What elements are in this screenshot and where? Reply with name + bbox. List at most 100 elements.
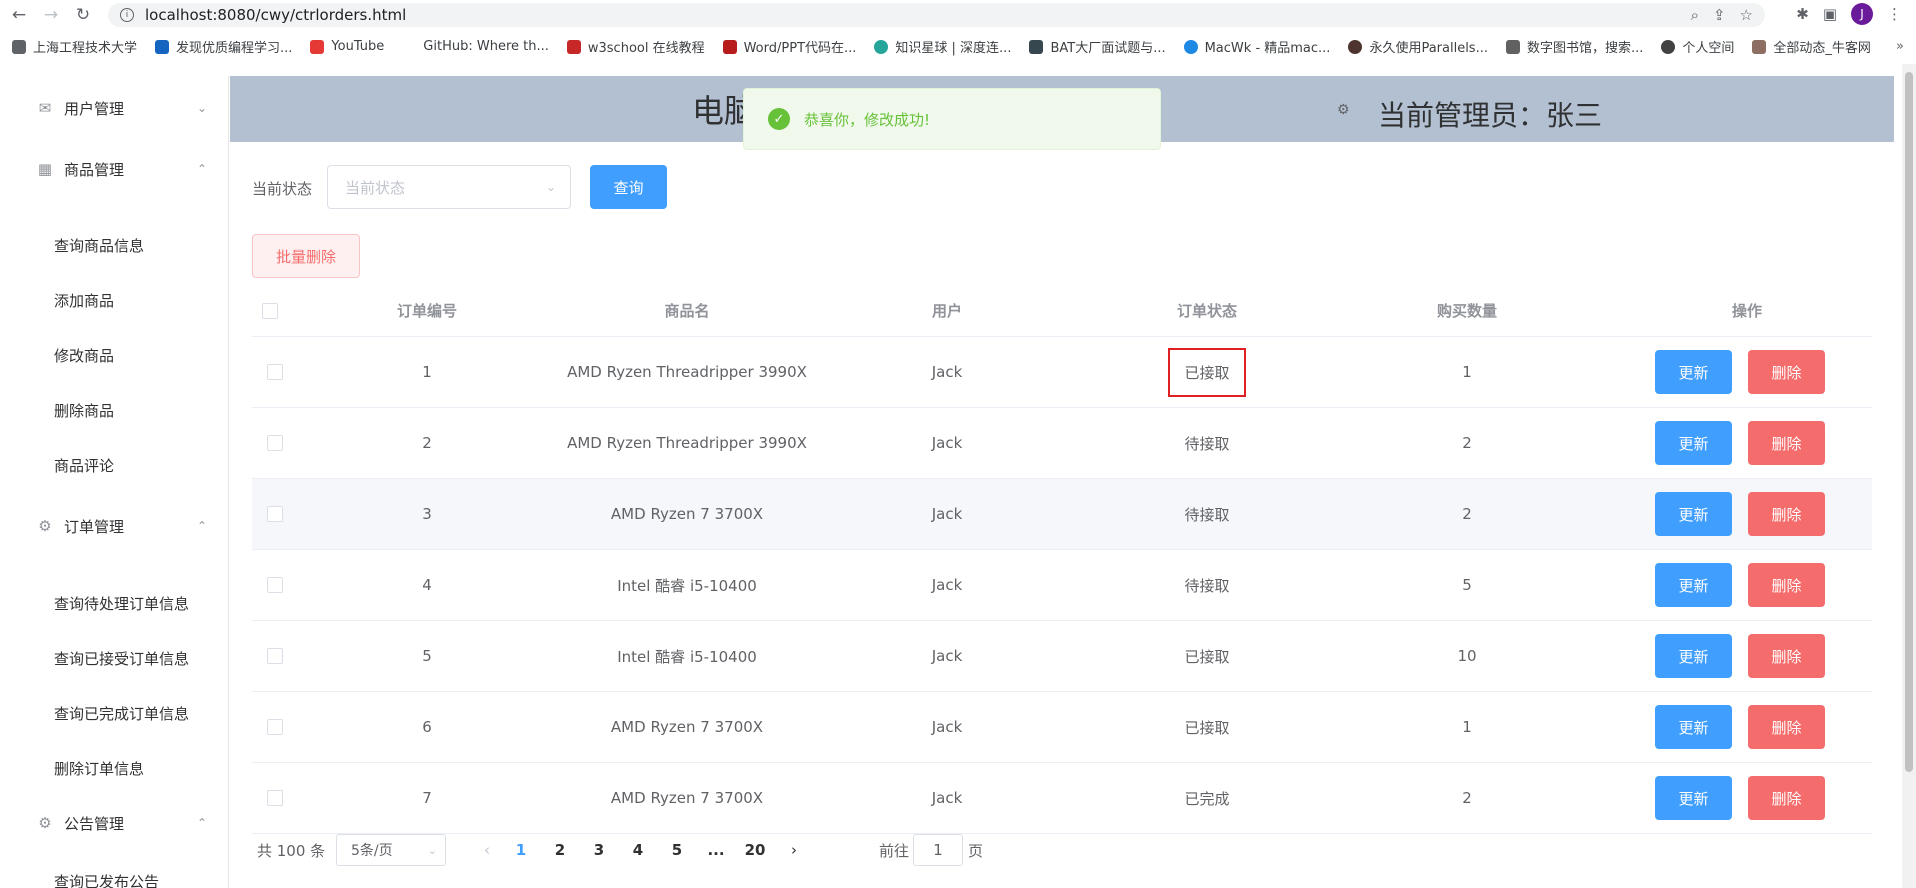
menu-item-delete-goods[interactable]: 删除商品 <box>10 385 229 435</box>
delete-button[interactable]: 删除 <box>1748 563 1825 607</box>
page-number[interactable]: 1 <box>506 834 536 866</box>
update-button[interactable]: 更新 <box>1655 705 1732 749</box>
goto-page-input[interactable]: 1 <box>913 834 963 866</box>
profile-avatar[interactable]: J <box>1851 3 1873 25</box>
page-number[interactable]: 4 <box>623 834 653 866</box>
table-row: 2 AMD Ryzen Threadripper 3990X Jack 待接取 … <box>252 408 1872 479</box>
back-icon[interactable]: ← <box>6 2 32 28</box>
page-number[interactable]: 2 <box>545 834 575 866</box>
bookmark-item[interactable]: Word/PPT代码在... <box>722 37 856 56</box>
update-button[interactable]: 更新 <box>1655 563 1732 607</box>
update-button[interactable]: 更新 <box>1655 776 1732 820</box>
page-number[interactable]: 3 <box>584 834 614 866</box>
pagination: 共 100 条 5条/页 ⌄ ‹ 1 2 3 4 5 ... 20 › 前往 1… <box>252 834 1872 866</box>
bookmark-item[interactable]: 数字图书馆，搜索... <box>1505 37 1643 56</box>
delete-button[interactable]: 删除 <box>1748 776 1825 820</box>
update-button[interactable]: 更新 <box>1655 421 1732 465</box>
sidepanel-icon[interactable]: ▣ <box>1823 5 1837 23</box>
chevron-down-icon: ⌄ <box>545 180 556 194</box>
bookmark-favicon-icon <box>155 39 170 54</box>
page-number[interactable]: 5 <box>662 834 692 866</box>
address-bar[interactable]: i localhost:8080/cwy/ctrlorders.html ⌕ ⇪… <box>108 3 1765 27</box>
order-status: 已完成 <box>1184 789 1230 808</box>
user-name: Jack <box>931 576 963 594</box>
next-page-icon[interactable]: › <box>779 834 809 866</box>
star-icon[interactable]: ☆ <box>1740 6 1753 24</box>
menu-group-goods[interactable]: ▦ 商品管理 ⌃ <box>10 141 229 197</box>
menu-item-delete-orders[interactable]: 删除订单信息 <box>10 743 229 793</box>
page-size-select[interactable]: 5条/页 ⌄ <box>336 834 446 866</box>
menu-group-user[interactable]: ✉ 用户管理 ⌄ <box>10 80 229 136</box>
row-checkbox[interactable] <box>267 790 283 806</box>
order-id: 2 <box>422 434 432 452</box>
prev-page-icon[interactable]: ‹ <box>472 834 502 866</box>
bookmark-item[interactable]: YouTube <box>310 39 384 54</box>
order-status: 已接取 <box>1032 337 1382 407</box>
menu-item-goods-review[interactable]: 商品评论 <box>10 440 229 490</box>
page-ellipsis[interactable]: ... <box>701 834 731 866</box>
quantity: 5 <box>1462 576 1472 594</box>
menu-item-pending-orders[interactable]: 查询待处理订单信息 <box>10 578 229 628</box>
status-select[interactable]: 当前状态 ⌄ <box>327 165 571 209</box>
row-checkbox[interactable] <box>267 364 283 380</box>
delete-button[interactable]: 删除 <box>1748 705 1825 749</box>
bookmark-item[interactable]: 上海工程技术大学 <box>12 37 137 56</box>
table-row: 7 AMD Ryzen 7 3700X Jack 已完成 2 更新 删除 <box>252 763 1872 834</box>
product-name: AMD Ryzen 7 3700X <box>610 505 764 523</box>
page-scrollbar[interactable] <box>1902 64 1916 888</box>
table-row: 1 AMD Ryzen Threadripper 3990X Jack 已接取 … <box>252 337 1872 408</box>
delete-button[interactable]: 删除 <box>1748 421 1825 465</box>
bookmark-item[interactable]: BAT大厂面试题与... <box>1029 37 1166 56</box>
query-button[interactable]: 查询 <box>590 165 667 209</box>
delete-button[interactable]: 删除 <box>1748 634 1825 678</box>
forward-icon[interactable]: → <box>38 2 64 28</box>
menu-group-notice[interactable]: ⚙ 公告管理 ⌃ <box>10 795 229 851</box>
extensions-icon[interactable]: ✱ <box>1796 5 1809 23</box>
bookmark-item[interactable]: 知识星球 | 深度连... <box>874 37 1011 56</box>
menu-icon[interactable]: ⋮ <box>1887 5 1902 23</box>
delete-button[interactable]: 删除 <box>1748 350 1825 394</box>
bookmark-favicon-icon <box>1661 39 1676 54</box>
row-checkbox[interactable] <box>267 719 283 735</box>
chevron-up-icon: ⌃ <box>196 816 207 830</box>
bookmark-item[interactable]: 全部动态_牛客网 <box>1752 37 1871 56</box>
reload-icon[interactable]: ↻ <box>70 2 96 28</box>
site-info-icon[interactable]: i <box>120 8 134 22</box>
bookmark-item[interactable]: 发现优质编程学习... <box>155 37 292 56</box>
menu-item-completed-orders[interactable]: 查询已完成订单信息 <box>10 688 229 738</box>
bookmark-favicon-icon <box>722 39 737 54</box>
share-icon[interactable]: ⇪ <box>1713 6 1726 24</box>
batch-delete-button[interactable]: 批量删除 <box>252 234 360 278</box>
menu-item-edit-goods[interactable]: 修改商品 <box>10 330 229 380</box>
gear-icon: ⚙ <box>38 517 52 535</box>
menu-group-orders[interactable]: ⚙ 订单管理 ⌃ <box>10 498 229 554</box>
delete-button[interactable]: 删除 <box>1748 492 1825 536</box>
menu-item-accepted-orders[interactable]: 查询已接受订单信息 <box>10 633 229 683</box>
row-checkbox[interactable] <box>267 435 283 451</box>
row-checkbox[interactable] <box>267 577 283 593</box>
bookmarks-more-icon[interactable]: » <box>1896 39 1904 54</box>
zoom-icon[interactable]: ⌕ <box>1691 6 1699 24</box>
bookmark-item[interactable]: MacWk - 精品mac... <box>1183 37 1330 56</box>
column-header: 购买数量 <box>1436 302 1497 320</box>
row-checkbox[interactable] <box>267 506 283 522</box>
menu-item-query-goods[interactable]: 查询商品信息 <box>10 220 229 270</box>
bookmark-favicon-icon <box>566 39 581 54</box>
row-checkbox[interactable] <box>267 648 283 664</box>
order-status: 待接取 <box>1184 576 1230 595</box>
bookmark-item[interactable]: GitHub: Where th... <box>402 39 549 54</box>
bookmark-item[interactable]: w3school 在线教程 <box>566 37 705 56</box>
update-button[interactable]: 更新 <box>1655 634 1732 678</box>
page-number[interactable]: 20 <box>740 834 770 866</box>
select-all-checkbox[interactable] <box>262 302 278 319</box>
browser-toolbar: ← → ↻ i localhost:8080/cwy/ctrlorders.ht… <box>0 0 1916 30</box>
menu-item-add-goods[interactable]: 添加商品 <box>10 275 229 325</box>
gear-icon[interactable]: ⚙ <box>1337 102 1351 118</box>
bookmark-item[interactable]: 个人空间 <box>1661 37 1734 56</box>
update-button[interactable]: 更新 <box>1655 350 1732 394</box>
product-name: Intel 酷睿 i5-10400 <box>617 576 757 595</box>
update-button[interactable]: 更新 <box>1655 492 1732 536</box>
scrollbar-thumb[interactable] <box>1905 72 1913 772</box>
menu-item-query-notices[interactable]: 查询已发布公告 <box>10 871 229 888</box>
bookmark-item[interactable]: 永久使用Parallels... <box>1348 37 1488 56</box>
